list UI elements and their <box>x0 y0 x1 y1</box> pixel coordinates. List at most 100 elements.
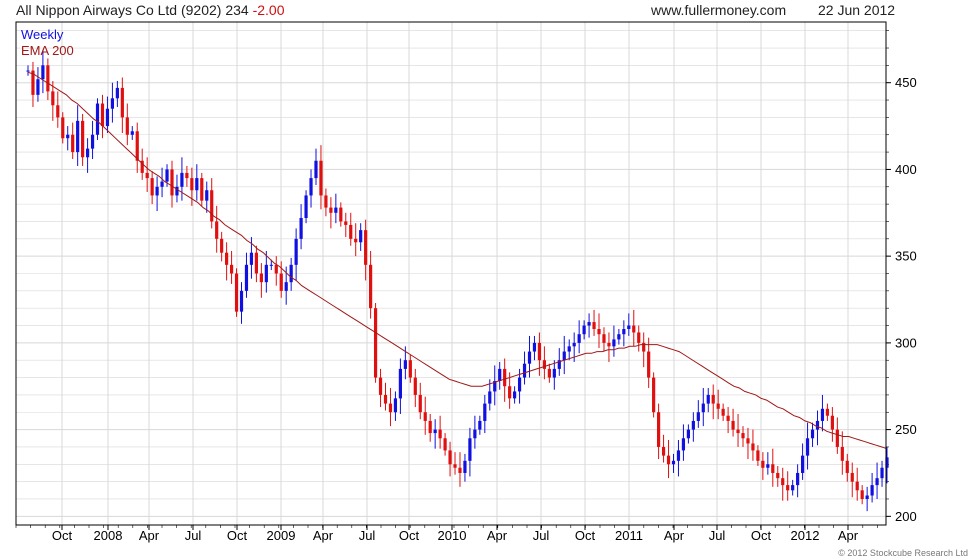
candle-body <box>349 224 353 239</box>
candle-body <box>210 190 214 222</box>
candle-body <box>661 446 666 456</box>
candle-body <box>880 467 884 479</box>
candle-body <box>314 160 318 179</box>
candle-body <box>125 117 129 135</box>
candle-body <box>756 450 760 461</box>
candle-body <box>671 460 676 465</box>
candle-body <box>746 438 750 444</box>
candle-body <box>865 495 869 499</box>
x-tick-label: Jul <box>533 528 550 543</box>
candle-body <box>120 87 124 118</box>
candle-body <box>269 264 273 266</box>
candle-body <box>696 412 700 421</box>
x-tick-label: Oct <box>227 528 248 543</box>
candle-body <box>160 181 164 187</box>
candle-body <box>786 485 790 491</box>
candle-body <box>388 403 393 413</box>
candle-body <box>428 420 432 434</box>
candle-body <box>458 467 462 473</box>
price-chart: Oct 2008 Apr Jul Oct 2009 Apr Jul Oct 2010 Apr Jul O… <box>15 21 917 543</box>
candle-body <box>488 391 492 404</box>
candle-body <box>463 460 467 473</box>
x-tick-label: 2008 <box>94 528 123 543</box>
candle-body <box>190 178 194 191</box>
candle-body <box>503 368 507 387</box>
x-tick-label: Jul <box>185 528 202 543</box>
candle-body <box>627 325 631 330</box>
candle-body <box>810 429 815 439</box>
x-tick-label: Jul <box>359 528 376 543</box>
candle-body <box>344 221 348 225</box>
x-tick-label: 2012 <box>791 528 820 543</box>
candle-body <box>478 420 482 430</box>
candle-body <box>105 108 110 127</box>
candle-body <box>508 386 512 399</box>
candle-body <box>791 485 795 491</box>
candle-body <box>274 264 278 274</box>
candle-body <box>681 438 686 451</box>
candle-body <box>547 368 551 378</box>
candle-body <box>612 339 616 347</box>
candle-body <box>805 438 810 456</box>
candle-body <box>354 238 358 243</box>
candle-body <box>254 252 259 274</box>
candle-body <box>319 160 323 196</box>
candle-body <box>339 207 343 222</box>
candle-body <box>567 346 571 352</box>
candle-body <box>711 394 715 404</box>
candle-body <box>676 450 681 461</box>
candle-body <box>632 325 636 333</box>
candle-body <box>229 264 234 274</box>
candle-body <box>587 322 591 326</box>
candle-body <box>875 478 879 486</box>
candle-body <box>110 98 115 109</box>
candle-body <box>239 290 244 312</box>
candle-body <box>542 360 546 369</box>
candle-body <box>870 485 874 496</box>
candle-body <box>840 446 844 461</box>
candle-body <box>205 190 209 201</box>
candle-body <box>498 368 502 382</box>
candle-body <box>855 481 859 491</box>
candle-body <box>41 65 45 80</box>
candle-body <box>369 264 373 309</box>
candle-body <box>165 169 169 182</box>
candle-body <box>220 238 224 253</box>
candle-body <box>244 264 249 291</box>
y-tick-label: 300 <box>895 335 917 350</box>
candle-body <box>582 325 586 335</box>
candle-body <box>686 429 690 439</box>
candle-body <box>403 360 407 369</box>
candle-body <box>215 221 219 239</box>
candle-body <box>781 478 785 486</box>
candle-body <box>860 490 864 499</box>
legend-ema: EMA 200 <box>21 43 74 58</box>
x-tick-label: Jul <box>709 528 726 543</box>
candle-body <box>170 169 174 196</box>
candle-body <box>95 103 100 135</box>
candle-body <box>448 450 452 465</box>
candle-body <box>726 415 730 421</box>
legend-weekly: Weekly <box>21 27 64 42</box>
candle-body <box>259 273 263 283</box>
candle-body <box>61 117 65 139</box>
x-tick-label: 2010 <box>438 528 467 543</box>
candle-body <box>647 351 651 378</box>
candle-body <box>225 252 229 265</box>
candle-body <box>572 342 576 347</box>
candle-body <box>195 178 199 191</box>
candle-body <box>304 195 308 218</box>
candle-body <box>617 334 621 340</box>
candle-body <box>294 238 298 265</box>
candle-body <box>776 472 780 479</box>
candle-body <box>115 87 119 99</box>
candle-body <box>577 334 581 343</box>
candle-body <box>850 472 854 482</box>
candle-body <box>418 394 422 413</box>
candle-body <box>607 342 611 347</box>
candle-body <box>701 403 705 413</box>
candle-body <box>736 429 740 434</box>
x-tick-label: Oct <box>52 528 73 543</box>
candle-body <box>423 412 427 421</box>
candle-body <box>522 363 527 378</box>
